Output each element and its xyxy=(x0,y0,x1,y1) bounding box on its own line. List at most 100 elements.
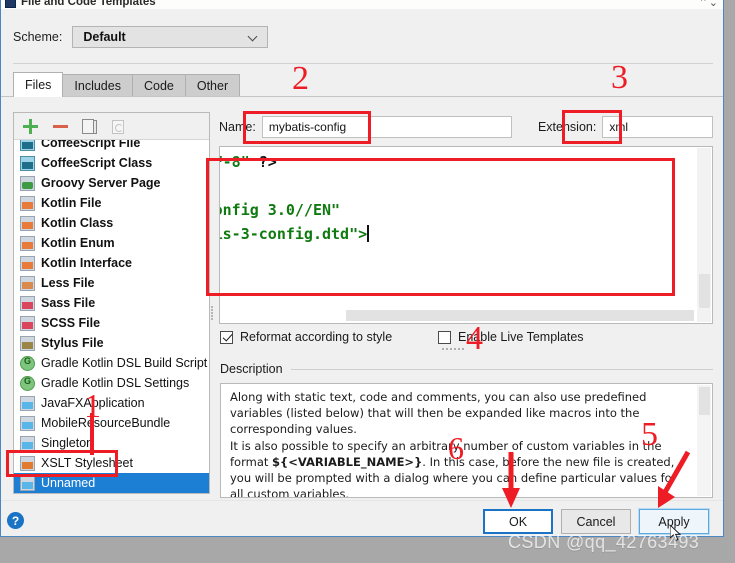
coffeescript-file-icon xyxy=(20,140,35,151)
description-title: Description xyxy=(220,362,283,376)
splitter-handle[interactable] xyxy=(211,306,216,320)
xslt-file-icon xyxy=(20,455,35,471)
description-vertical-scrollbar-thumb[interactable] xyxy=(699,387,710,415)
template-editor[interactable]: n="1.0" encoding="UTF-8" ?> onfiguration… xyxy=(219,146,713,324)
tab-other[interactable]: Other xyxy=(184,74,241,97)
editor-vertical-scrollbar[interactable] xyxy=(697,148,711,310)
list-item-label: Kotlin Interface xyxy=(41,256,132,270)
list-item[interactable]: JavaFXApplication xyxy=(14,393,209,413)
list-item[interactable]: Less File xyxy=(14,273,209,293)
list-item[interactable]: XSLT Stylesheet xyxy=(14,453,209,473)
list-item[interactable]: CoffeeScript Class xyxy=(14,153,209,173)
tab-includes[interactable]: Includes xyxy=(62,74,133,97)
list-item-label: Kotlin File xyxy=(41,196,102,210)
header-divider xyxy=(13,63,713,64)
java-file-icon xyxy=(20,475,35,491)
description-variable-format: ${<VARIABLE_NAME>} xyxy=(272,454,423,469)
list-item[interactable]: Stylus File xyxy=(14,333,209,353)
editor-scrollbar-corner xyxy=(697,308,711,322)
list-item-label: Unnamed xyxy=(41,476,96,490)
description-box[interactable]: Along with static text, code and comment… xyxy=(220,383,713,498)
dialog-button-bar: OK Cancel Apply xyxy=(483,508,710,535)
list-item[interactable]: Kotlin File xyxy=(14,193,209,213)
template-list-panel: CoffeeScript File CoffeeScript Class Groov… xyxy=(13,112,210,494)
scss-file-icon xyxy=(20,315,35,331)
tab-bar: Files Includes Code Other xyxy=(13,72,241,97)
list-item[interactable]: Groovy Server Page xyxy=(14,173,209,193)
screenshot-root: File and Code Templates ⌃⌄ Scheme: Defau… xyxy=(0,0,735,563)
gradle-icon xyxy=(20,355,35,371)
list-item[interactable]: Singleton xyxy=(14,433,209,453)
tab-code[interactable]: Code xyxy=(131,74,186,97)
copy-icon[interactable] xyxy=(82,119,97,134)
list-item[interactable]: Kotlin Class xyxy=(14,213,209,233)
scheme-row: Scheme: Default xyxy=(13,26,269,48)
help-icon[interactable]: ? xyxy=(7,512,24,529)
template-list-scroll[interactable]: CoffeeScript File CoffeeScript Class Groov… xyxy=(14,140,209,493)
live-templates-checkbox[interactable] xyxy=(438,330,451,344)
editor-line4: ybatis.org/dtd/mybatis-3-config.dtd"> xyxy=(220,225,368,243)
list-item[interactable]: Gradle Kotlin DSL Settings xyxy=(14,373,209,393)
dialog-titlebar: File and Code Templates ⌃⌄ xyxy=(1,0,723,9)
list-item[interactable]: Kotlin Interface xyxy=(14,253,209,273)
editor-line1-encoding: "UTF-8" xyxy=(220,153,250,171)
live-templates-checkbox-label: Enable Live Templates xyxy=(458,330,584,344)
dialog-title: File and Code Templates xyxy=(21,0,156,8)
kotlin-file-icon xyxy=(20,195,35,211)
coffeescript-class-icon xyxy=(20,155,35,171)
app-icon xyxy=(5,0,16,8)
list-item[interactable]: Kotlin Enum xyxy=(14,233,209,253)
list-item-label: Sass File xyxy=(41,296,96,310)
list-item-label: MobileResourceBundle xyxy=(41,416,171,430)
extension-input[interactable]: xml xyxy=(602,116,713,138)
groovy-file-icon xyxy=(20,175,35,191)
list-item[interactable]: CoffeeScript File xyxy=(14,140,209,153)
template-list: CoffeeScript File CoffeeScript Class Groov… xyxy=(14,140,209,493)
minus-icon[interactable] xyxy=(52,118,69,135)
description-header: Description xyxy=(220,362,713,376)
list-item-label: Stylus File xyxy=(41,336,104,350)
apply-button[interactable]: Apply xyxy=(638,508,710,535)
gradle-icon xyxy=(20,375,35,391)
scheme-label: Scheme: xyxy=(13,30,63,44)
list-item-label: Groovy Server Page xyxy=(41,176,161,190)
name-input[interactable]: mybatis-config xyxy=(261,116,512,138)
list-item[interactable]: SCSS File xyxy=(14,313,209,333)
editor-horizontal-scrollbar-thumb[interactable] xyxy=(346,310,694,321)
editor-horizontal-scrollbar[interactable] xyxy=(221,308,697,322)
java-file-icon xyxy=(20,395,35,411)
description-rule xyxy=(290,368,713,370)
tab-underline xyxy=(1,96,723,97)
text-caret xyxy=(367,225,369,242)
plus-icon[interactable] xyxy=(22,118,39,135)
description-vertical-scrollbar[interactable] xyxy=(697,385,711,496)
footer-divider xyxy=(1,500,723,501)
editor-line3: //mybatis.org//DTD Config 3.0//EN" xyxy=(220,201,341,219)
reformat-checkbox-row[interactable]: Reformat according to style xyxy=(220,330,392,344)
less-file-icon xyxy=(20,275,35,291)
list-item-label: Kotlin Class xyxy=(41,216,114,230)
ok-button[interactable]: OK xyxy=(483,509,553,534)
list-item-label: CoffeeScript File xyxy=(41,140,141,150)
cancel-button[interactable]: Cancel xyxy=(561,509,631,534)
list-item[interactable]: Sass File xyxy=(14,293,209,313)
tab-files[interactable]: Files xyxy=(13,72,64,97)
list-item[interactable]: Unnamed xyxy=(14,473,209,493)
stylus-file-icon xyxy=(20,335,35,351)
watermark: CSDN @qq_42763493 xyxy=(508,532,700,552)
list-item-label: Gradle Kotlin DSL Settings xyxy=(41,376,190,390)
name-label: Name: xyxy=(219,120,256,134)
list-item-label: JavaFXApplication xyxy=(41,396,145,410)
focus-dots xyxy=(442,348,464,352)
template-list-toolbar xyxy=(14,113,209,140)
reformat-checkbox[interactable] xyxy=(220,330,233,344)
window-controls[interactable]: ⌃⌄ xyxy=(699,0,719,9)
template-editor-content: n="1.0" encoding="UTF-8" ?> onfiguration… xyxy=(220,150,369,246)
live-templates-checkbox-row[interactable]: Enable Live Templates xyxy=(438,330,584,344)
description-text: Along with static text, code and comment… xyxy=(230,389,685,497)
list-item[interactable]: MobileResourceBundle xyxy=(14,413,209,433)
list-item[interactable]: Gradle Kotlin DSL Build Script xyxy=(14,353,209,373)
editor-line1-part3: ?> xyxy=(249,153,277,171)
scheme-dropdown[interactable]: Default xyxy=(72,26,269,48)
editor-vertical-scrollbar-thumb[interactable] xyxy=(699,274,710,310)
